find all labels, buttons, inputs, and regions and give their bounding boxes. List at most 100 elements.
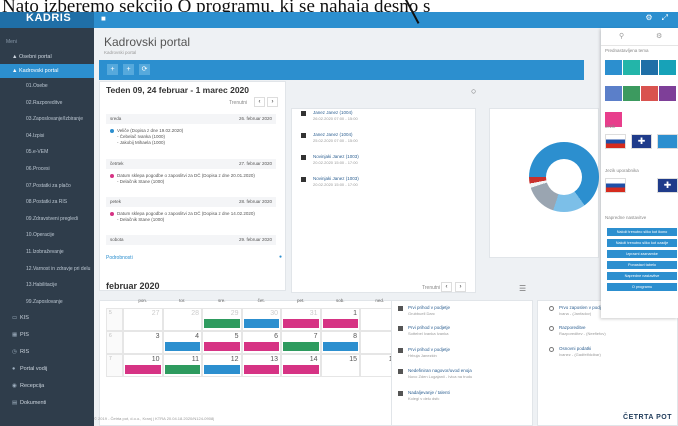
sidebar-item-label: Kadrovski portal — [18, 68, 59, 74]
sidebar-sub-item[interactable]: 02.Razporeditve — [0, 95, 94, 112]
flag-en-icon[interactable]: ✚ — [631, 134, 652, 149]
month-today-button[interactable]: Trenutni — [422, 285, 440, 291]
about-program-button[interactable]: O programu — [607, 283, 677, 291]
advanced-settings-button[interactable]: Napredne nastavitve — [607, 272, 677, 280]
theme-swatch[interactable] — [659, 86, 676, 101]
next-month-button[interactable]: › — [455, 282, 466, 292]
menu-toggle-icon[interactable]: ■ — [101, 14, 106, 23]
calendar-event-chip[interactable] — [204, 342, 240, 351]
theme-swatch[interactable] — [605, 60, 622, 75]
notification-item[interactable]: Novinjaki Janez (1003) 20.02.2020 15:00 -… — [301, 154, 471, 170]
flag-si-icon[interactable] — [605, 134, 626, 149]
prev-week-button[interactable]: ‹ — [254, 97, 265, 107]
sidebar-sub-item[interactable]: 03.Zaposlovanje/Izbiranje — [0, 111, 94, 128]
sidebar-sub-item[interactable]: 04.Izpisi — [0, 128, 94, 145]
calendar-event-chip[interactable] — [125, 365, 161, 374]
calendar-event-chip[interactable] — [164, 342, 200, 351]
flag-en-icon[interactable]: ✚ — [657, 178, 678, 193]
task-item[interactable]: Razporeditve Razporeditev - (Neefiefov) — [549, 325, 606, 337]
refresh-button[interactable]: ⟳ — [139, 64, 150, 75]
sidebar-item-dokumenti[interactable]: ▤ Dokumenti — [0, 395, 94, 412]
calendar-event-chip[interactable] — [283, 365, 319, 374]
day-cell[interactable]: 3 — [123, 331, 163, 354]
sidebar-sub-item[interactable]: 11.Izobraževanje — [0, 244, 94, 261]
advanced-settings-label: Napredne nastavitve — [605, 215, 647, 220]
tasks-widget — [537, 300, 678, 426]
calendar-event[interactable]: Veliče (Dopisa z dne 19.02.2020) - Čebela… — [110, 128, 183, 146]
flag-hr-icon[interactable] — [657, 134, 678, 149]
theme-swatch[interactable] — [641, 60, 658, 75]
theme-swatch[interactable] — [659, 60, 676, 75]
circle-icon[interactable]: ○ — [471, 86, 476, 96]
calendar-event-chip[interactable] — [283, 342, 319, 351]
notification-item[interactable]: Janez Janez (1004) 25.02.2020 07:00 - 15:… — [301, 132, 471, 148]
day-cell[interactable]: 27 — [123, 308, 163, 331]
theme-swatch[interactable] — [605, 86, 622, 101]
calendar-event[interactable]: Datum sklepa pogodbe o zaposlitvi za DČ … — [110, 211, 255, 223]
day-cell[interactable]: 28 — [162, 308, 202, 331]
todo-item[interactable]: Prvi prihod v podjetje Hrbuja Janezkin — [398, 347, 450, 359]
calendar-event[interactable]: Datum sklepa pogodbe o zaposlitvi za DČ … — [110, 173, 255, 185]
settings-icon[interactable]: ⚙ — [645, 13, 652, 22]
calendar-event-chip[interactable] — [164, 365, 200, 374]
task-item[interactable]: Prvo zaposlen v podj... Ivana - (Janfadov… — [549, 305, 605, 317]
calendar-event-chip[interactable] — [204, 319, 240, 328]
theme-swatch[interactable] — [641, 86, 658, 101]
clear-bookmarks-button[interactable]: Izprazni zaznamke — [607, 250, 677, 258]
sidebar-item-recepcija[interactable]: ◉ Recepcija — [0, 378, 94, 395]
panel-tab-user-icon[interactable]: ⚲ — [619, 32, 624, 40]
expand-icon[interactable]: ⤢ — [662, 13, 668, 22]
sidebar-sub-item[interactable]: 09.Zdravstveni pregledi — [0, 211, 94, 228]
calendar-event-chip[interactable] — [243, 342, 279, 351]
sidebar-item-label: Osebni portal — [18, 54, 52, 60]
breadcrumb: Kadrovski portal — [104, 50, 137, 55]
todo-item[interactable]: Nedefiniran nagovor/uvod enoja Novo Zden … — [398, 368, 472, 380]
sidebar-sub-item[interactable]: 99.Zaposlovanje — [0, 294, 94, 311]
sidebar-sub-item[interactable]: 06.Procesi — [0, 161, 94, 178]
sidebar-sub-item[interactable]: 05.e-VEM — [0, 144, 94, 161]
sidebar-sub-item[interactable]: 07.Postatki za plačo — [0, 178, 94, 195]
theme-swatch[interactable] — [623, 60, 640, 75]
sidebar-item-ris[interactable]: ◷ RIS — [0, 344, 94, 361]
calendar-event-chip[interactable] — [322, 319, 358, 328]
calendar-event-chip[interactable] — [322, 342, 358, 351]
details-link[interactable]: Podrobnosti — [106, 255, 133, 261]
info-icon[interactable]: ● — [279, 254, 282, 260]
sidebar-item-pis[interactable]: ▦ PIS — [0, 327, 94, 344]
sidebar-item-osebni-portal[interactable]: ▲ Osebni portal — [0, 50, 94, 64]
sidebar-sub-item[interactable]: 10.Operacije — [0, 227, 94, 244]
sidebar-item-kis[interactable]: ▭ KIS — [0, 310, 94, 327]
task-item[interactable]: Osnovni podatki Ivanez - (Gadfelfdcibar) — [549, 346, 601, 358]
reset-table-button[interactable]: Ponastavi tabelo — [607, 261, 677, 269]
todo-item[interactable]: Prvi prihod v podjetje Grubbuell Darc — [398, 305, 450, 317]
set-background-button[interactable]: Naloži trenutno sliko kot ozadje — [607, 239, 677, 247]
todo-item[interactable]: Nadaljevanje / talenti Kolegi v delu dsfc — [398, 390, 450, 402]
set-icon-button[interactable]: Naloži trenutno sliko kot ikono — [607, 228, 677, 236]
next-week-button[interactable]: › — [267, 97, 278, 107]
flag-si-icon[interactable] — [605, 178, 626, 193]
add-widget-button[interactable]: + — [123, 64, 134, 75]
theme-swatch[interactable] — [623, 86, 640, 101]
weekday-header: sob. — [335, 298, 345, 303]
sidebar-sub-item[interactable]: 12.Varnost in zdravje pri delu — [0, 261, 94, 278]
todo-item[interactable]: Prvi prihod v podjetje Sottebel Ivanka Iv… — [398, 325, 450, 337]
sidebar-sub-item[interactable]: 01.Osebe — [0, 78, 94, 95]
todo-icon — [398, 369, 403, 374]
language-label: Jezik — [605, 124, 616, 129]
panel-tab-settings-icon[interactable]: ⚙ — [656, 32, 662, 40]
sidebar-sub-item[interactable]: 13.Habilitacije — [0, 277, 94, 294]
prev-month-button[interactable]: ‹ — [441, 282, 452, 292]
today-button[interactable]: Trenutni — [229, 100, 247, 106]
add-button[interactable]: + — [107, 64, 118, 75]
notification-item[interactable]: Novinjaki Janez (1003) 20.02.2020 15:00 -… — [301, 176, 471, 192]
notification-item[interactable]: Janez Janez (1004) 26.02.2020 07:00 - 15:… — [301, 110, 471, 126]
calendar-event-chip[interactable] — [243, 365, 279, 374]
list-icon[interactable]: ☰ — [519, 284, 526, 293]
calendar-event-chip[interactable] — [204, 365, 240, 374]
sidebar-sub-item[interactable]: 08.Postatki za RIS — [0, 194, 94, 211]
day-cell[interactable]: 15 — [320, 354, 360, 377]
sidebar-item-portal-vodij[interactable]: ● Portal vodij — [0, 361, 94, 378]
calendar-event-chip[interactable] — [283, 319, 319, 328]
sidebar-item-kadrovski-portal[interactable]: ▲ Kadrovski portal — [0, 64, 94, 78]
calendar-event-chip[interactable] — [243, 319, 279, 328]
